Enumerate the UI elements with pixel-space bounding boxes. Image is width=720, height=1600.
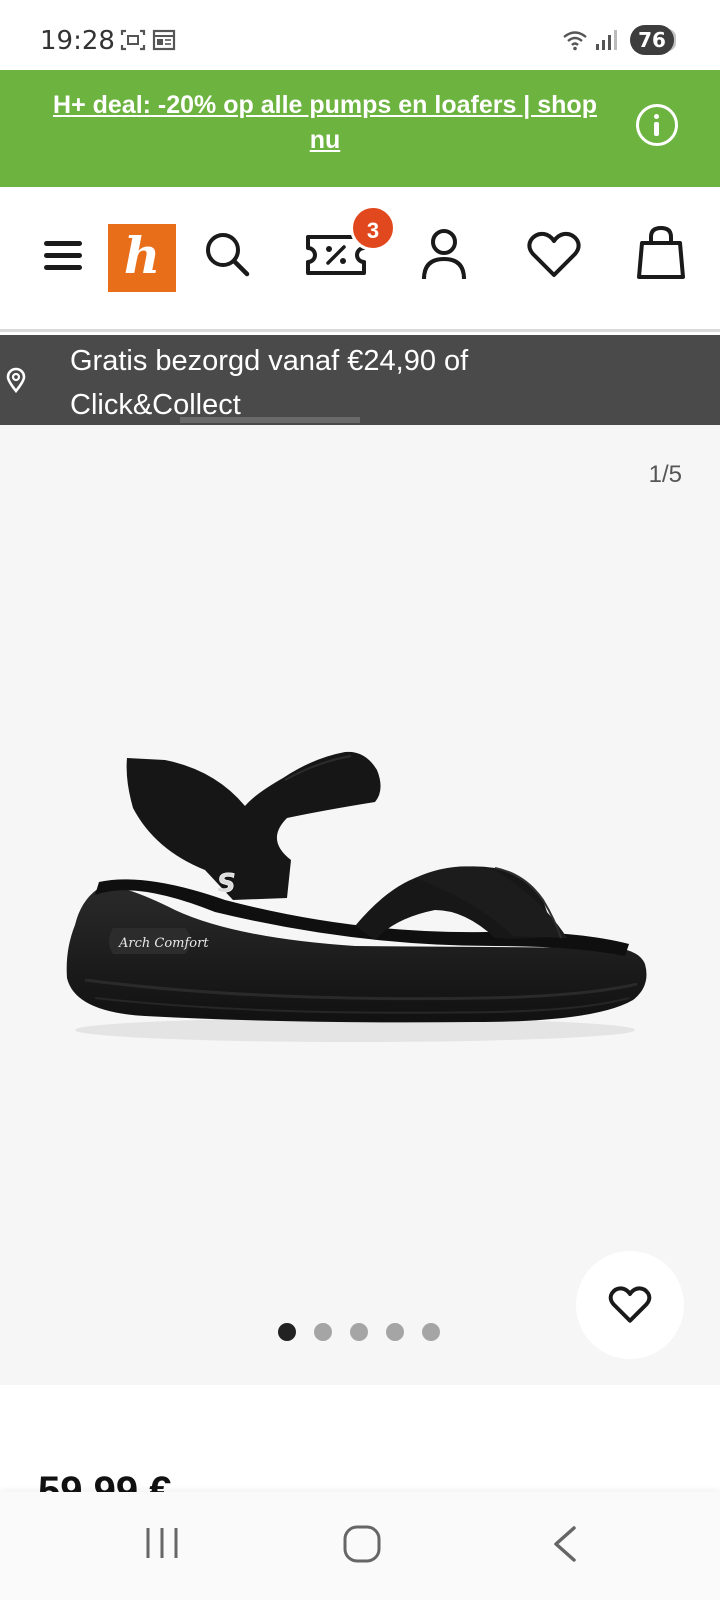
product-gallery[interactable]: 1/5 S Arch Comfort [0,425,720,1385]
coupon-count-badge: 3 [350,205,396,251]
logo-letter: h [123,226,161,285]
recent-apps-button[interactable] [142,1524,182,1562]
promo-banner[interactable]: H+ deal: -20% op alle pumps en loafers |… [0,70,720,187]
home-button[interactable] [342,1524,382,1564]
shopping-bag-icon[interactable] [636,225,686,281]
store-logo[interactable]: h [108,224,176,292]
battery-indicator: 76 [630,25,674,55]
search-icon[interactable] [203,230,251,278]
site-header: h 3 [0,187,720,332]
promo-link[interactable]: H+ deal: -20% op alle pumps en loafers |… [40,88,610,158]
delivery-message: Gratis bezorgd vanaf €24,90 of Click&Col… [70,345,469,421]
status-bar: 19:28 76 [0,0,720,70]
signal-icon [596,30,617,50]
add-to-wishlist-button[interactable] [576,1251,684,1359]
status-time: 19:28 [40,26,115,56]
heart-icon [608,1286,652,1323]
product-info: 59,99 € [0,1385,720,1513]
brand-logo-mark: S [217,869,236,899]
info-icon[interactable] [636,104,678,146]
calendar-icon [152,29,176,51]
system-navigation-bar [0,1492,720,1600]
location-pin-icon [6,367,26,393]
carousel-dot[interactable] [422,1323,440,1341]
menu-icon[interactable] [44,241,82,271]
wishlist-icon[interactable] [526,231,582,279]
arch-comfort-label: Arch Comfort [118,936,209,951]
delivery-banner[interactable]: Gratis bezorgd vanaf €24,90 of Click&Col… [0,335,720,425]
product-image-sandal[interactable]: S Arch Comfort [55,750,665,1050]
screenshot-icon [120,29,146,51]
back-button[interactable] [550,1524,580,1564]
wifi-icon [563,31,587,51]
carousel-scroll-indicator [180,417,360,423]
carousel-dot[interactable] [350,1323,368,1341]
carousel-dot[interactable] [278,1323,296,1341]
account-icon[interactable] [420,227,468,281]
image-counter: 1/5 [648,461,682,488]
carousel-dot[interactable] [314,1323,332,1341]
carousel-dot[interactable] [386,1323,404,1341]
